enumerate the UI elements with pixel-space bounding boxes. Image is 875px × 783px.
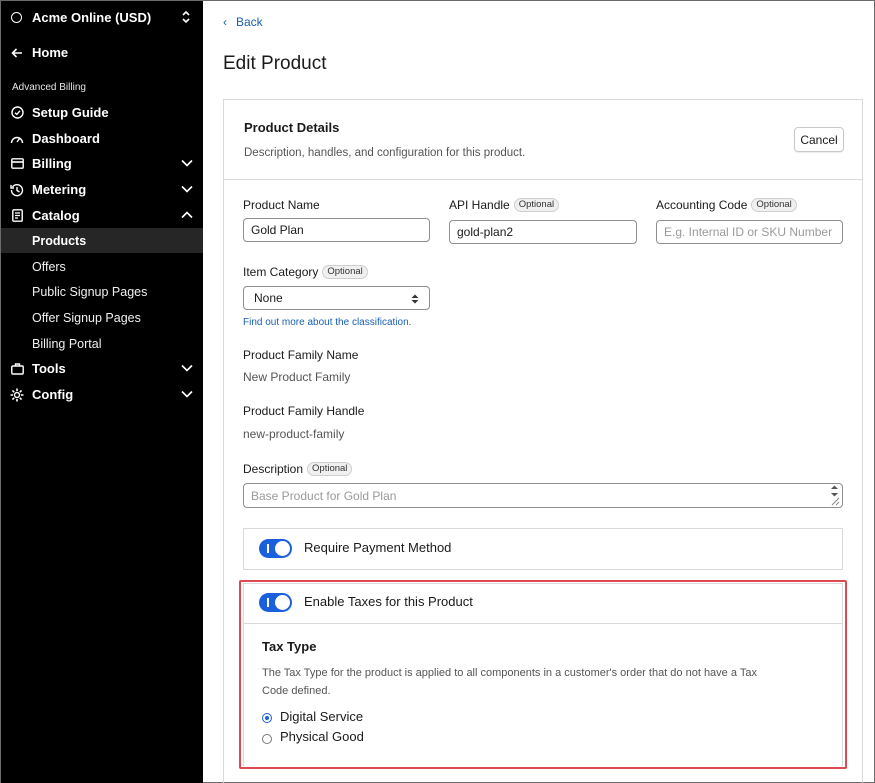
- sidebar: Acme Online (USD) Home Advanced Billing …: [1, 1, 203, 783]
- toolbox-icon: [10, 362, 24, 376]
- history-icon: [10, 183, 24, 197]
- nav-setup-guide-label: Setup Guide: [32, 105, 109, 120]
- circle-icon: [11, 11, 22, 23]
- nav-metering[interactable]: Metering: [1, 177, 203, 202]
- select-arrows-icon: [411, 294, 419, 304]
- credit-card-icon: [10, 157, 24, 171]
- chevron-up-down-icon: [182, 10, 190, 24]
- require-payment-toggle[interactable]: [259, 539, 292, 558]
- accounting-code-input[interactable]: E.g. Internal ID or SKU Number: [656, 220, 843, 244]
- family-handle-value: new-product-family: [243, 427, 345, 441]
- back-link[interactable]: ‹ Back: [223, 15, 263, 29]
- optional-badge: Optional: [307, 462, 353, 476]
- nav-tools-label: Tools: [32, 361, 66, 376]
- gauge-icon: [10, 132, 24, 146]
- nav-dashboard-label: Dashboard: [32, 131, 100, 146]
- accounting-code-label-text: Accounting Code: [656, 198, 748, 212]
- digital-service-label[interactable]: Digital Service: [280, 709, 363, 724]
- nav-offers-label: Offers: [32, 259, 66, 274]
- chevron-down-icon: [181, 159, 193, 167]
- toggle-on-indicator: [267, 544, 269, 553]
- api-handle-label: API Handle Optional: [449, 198, 560, 212]
- optional-badge: Optional: [751, 198, 797, 212]
- chevron-up-icon: [181, 211, 193, 219]
- item-category-label-text: Item Category: [243, 265, 319, 279]
- toggle-knob: [275, 541, 290, 556]
- toggle-knob: [275, 595, 290, 610]
- arrow-left-icon: [10, 46, 24, 60]
- toggle-on-indicator: [267, 598, 269, 607]
- chevron-down-icon: [181, 364, 193, 372]
- description-label-text: Description: [243, 462, 304, 476]
- nav-billing-portal[interactable]: Billing Portal: [1, 331, 203, 356]
- page-title: Edit Product: [223, 53, 327, 74]
- chevron-down-icon: [181, 185, 193, 193]
- check-circle-icon: [10, 106, 24, 120]
- nav-setup-guide[interactable]: Setup Guide: [1, 100, 203, 125]
- nav-metering-label: Metering: [32, 182, 87, 197]
- card-subtitle: Description, handles, and configuration …: [244, 147, 526, 159]
- nav-public-signup-pages-label: Public Signup Pages: [32, 284, 148, 299]
- chevron-left-icon: ‹: [223, 15, 227, 29]
- item-category-select[interactable]: None: [243, 286, 430, 310]
- nav-products-label: Products: [32, 233, 87, 248]
- enable-taxes-label: Enable Taxes for this Product: [304, 594, 473, 609]
- back-label: Back: [236, 15, 263, 29]
- nav-config[interactable]: Config: [1, 382, 203, 407]
- digital-service-radio[interactable]: [262, 713, 272, 723]
- nav-offer-signup-pages[interactable]: Offer Signup Pages: [1, 305, 203, 330]
- item-category-label: Item Category Optional: [243, 265, 368, 279]
- nav-dashboard[interactable]: Dashboard: [1, 126, 203, 151]
- product-name-label-text: Product Name: [243, 198, 320, 212]
- product-name-input[interactable]: Gold Plan: [243, 218, 430, 242]
- gear-icon: [10, 388, 24, 402]
- tax-type-description-line-2: Code defined.: [262, 685, 331, 697]
- tax-type-title: Tax Type: [262, 639, 317, 654]
- nav-products[interactable]: Products: [1, 228, 203, 253]
- cancel-button[interactable]: Cancel: [794, 127, 844, 152]
- api-handle-input[interactable]: gold-plan2: [449, 220, 637, 244]
- nav-home-label: Home: [32, 45, 69, 60]
- textarea-resize-icon[interactable]: [828, 484, 841, 507]
- family-handle-label: Product Family Handle: [243, 404, 365, 418]
- nav-tools[interactable]: Tools: [1, 356, 203, 381]
- org-switcher[interactable]: Acme Online (USD): [1, 1, 203, 33]
- accounting-code-label: Accounting Code Optional: [656, 198, 797, 212]
- card-header: Product Details Description, handles, an…: [224, 100, 862, 180]
- document-icon: [10, 209, 24, 223]
- description-textarea[interactable]: Base Product for Gold Plan: [243, 483, 843, 508]
- org-name: Acme Online (USD): [32, 9, 152, 25]
- api-handle-label-text: API Handle: [449, 198, 510, 212]
- nav-public-signup-pages[interactable]: Public Signup Pages: [1, 279, 203, 304]
- optional-badge: Optional: [513, 198, 560, 212]
- physical-good-label[interactable]: Physical Good: [280, 729, 364, 744]
- divider: [244, 623, 842, 624]
- nav-billing-portal-label: Billing Portal: [32, 336, 102, 351]
- require-payment-label: Require Payment Method: [304, 540, 452, 555]
- nav-offers[interactable]: Offers: [1, 254, 203, 279]
- nav-billing[interactable]: Billing: [1, 151, 203, 176]
- nav-billing-label: Billing: [32, 156, 72, 171]
- description-label: Description Optional: [243, 462, 353, 476]
- section-label: Advanced Billing: [12, 82, 86, 93]
- nav-catalog-label: Catalog: [32, 208, 80, 223]
- nav-offer-signup-pages-label: Offer Signup Pages: [32, 310, 141, 325]
- product-name-label: Product Name: [243, 198, 320, 212]
- physical-good-radio[interactable]: [262, 734, 272, 744]
- optional-badge: Optional: [322, 265, 368, 279]
- enable-taxes-toggle[interactable]: [259, 593, 292, 612]
- tax-type-description-line-1: The Tax Type for the product is applied …: [262, 667, 757, 679]
- family-name-value: New Product Family: [243, 370, 351, 384]
- nav-home[interactable]: Home: [1, 40, 203, 65]
- classification-help-link[interactable]: Find out more about the classification.: [243, 317, 411, 328]
- nav-catalog[interactable]: Catalog: [1, 203, 203, 228]
- card-title: Product Details: [244, 120, 340, 135]
- chevron-down-icon: [181, 390, 193, 398]
- family-name-label: Product Family Name: [243, 348, 359, 362]
- nav-config-label: Config: [32, 387, 74, 402]
- item-category-value: None: [254, 291, 283, 305]
